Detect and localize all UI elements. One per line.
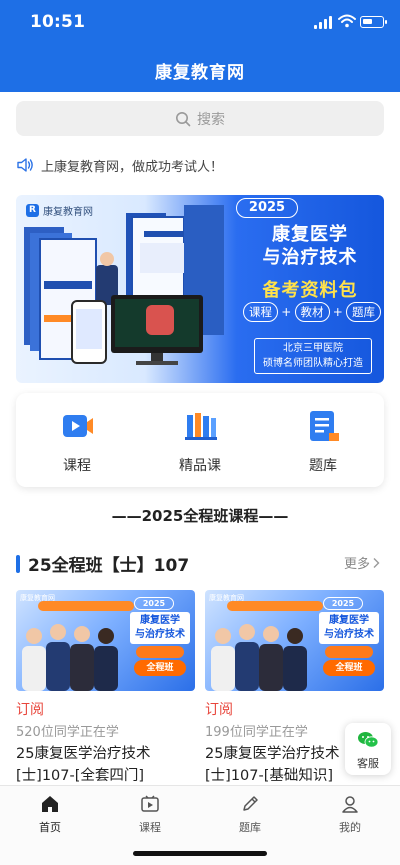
banner-year-badge: 2025 [236, 198, 298, 218]
tab-mine[interactable]: 我的 [300, 794, 400, 835]
wifi-icon [338, 14, 356, 28]
header: 10:51 康复教育网 [0, 0, 400, 92]
section-heading: ——2025全程班课程—— [111, 507, 289, 525]
cellular-signal-icon [314, 16, 332, 29]
title-accent-bar [16, 554, 20, 573]
home-indicator [133, 851, 267, 856]
thumb-chip [325, 646, 373, 658]
category-card: 课程 精品课 题库 [16, 393, 384, 487]
banner-plus: + [281, 305, 292, 319]
category-course[interactable]: 课程 [27, 393, 127, 487]
banner-plus: + [332, 305, 343, 319]
course-thumbnail: 康复教育网 2025 康复医学 与治疗技术 全程班 [205, 590, 384, 691]
subscribe-label[interactable]: 订阅 [205, 699, 384, 719]
thumb-chip [136, 646, 184, 658]
notice-text: 上康复教育网，做成功考试人！ [41, 159, 224, 175]
thumb-title: 康复医学 与治疗技术 [319, 612, 379, 644]
app-title: 康复教育网 [155, 63, 245, 83]
banner-tags: 课程 + 教材 + 题库 [243, 302, 381, 322]
course-row-title: 25全程班【士】107 [16, 551, 189, 576]
pencil-icon [243, 796, 258, 811]
course-title: 25康复医学治疗技术 [士]107-[全套四门] [16, 746, 151, 784]
category-premium-course[interactable]: 精品课 [150, 393, 250, 487]
user-icon [342, 796, 358, 813]
tab-course[interactable]: 课程 [100, 794, 200, 835]
question-bank-icon [310, 411, 339, 441]
course-thumbnail: 康复教育网 2025 康复医学 与治疗技术 全程班 [16, 590, 195, 691]
banner-tag: 题库 [346, 302, 381, 322]
teachers-photo [211, 624, 307, 691]
battery-icon [360, 16, 387, 28]
thumb-title: 康复医学 与治疗技术 [130, 612, 190, 644]
tab-question-bank[interactable]: 题库 [200, 794, 300, 835]
books-icon [185, 413, 217, 440]
status-time: 10:51 [30, 12, 86, 32]
thumb-year: 2025 [134, 597, 174, 610]
subscribe-label[interactable]: 订阅 [16, 699, 195, 719]
status-bar: 10:51 [0, 0, 400, 48]
more-link[interactable]: 更多 [344, 553, 380, 572]
banner-books-illustration [24, 205, 224, 365]
course-play-icon [141, 795, 159, 812]
banner-tag: 课程 [243, 302, 278, 322]
video-course-icon [63, 415, 93, 437]
thumb-year: 2025 [323, 597, 363, 610]
banner-info-box: 北京三甲医院 硕博名师团队精心打造 [254, 338, 372, 374]
thumb-button: 全程班 [323, 660, 375, 676]
category-question-bank[interactable]: 题库 [273, 393, 373, 487]
teachers-photo [22, 624, 118, 691]
thumb-ribbon [38, 601, 134, 611]
course-card[interactable]: 康复教育网 2025 康复医学 与治疗技术 全程班 订阅 520位同学正在学 2… [16, 590, 195, 787]
chevron-right-icon [373, 557, 380, 568]
search-bar[interactable]: 搜索 [16, 101, 384, 136]
speaker-icon [17, 158, 33, 172]
tab-home[interactable]: 首页 [0, 794, 100, 835]
app-screen: 10:51 康复教育网 搜索 上康复教育网，做成功考试人！ R 康复教育网 20… [0, 0, 400, 865]
banner-tag: 教材 [294, 302, 330, 322]
home-icon [42, 796, 58, 812]
search-icon [176, 111, 191, 126]
thumb-button: 全程班 [134, 660, 186, 676]
service-label: 客服 [357, 757, 379, 770]
notice-bar[interactable]: 上康复教育网，做成功考试人！ [17, 154, 223, 176]
customer-service-button[interactable]: 客服 [345, 723, 391, 775]
learner-count: 520位同学正在学 [16, 725, 119, 740]
search-placeholder: 搜索 [197, 111, 225, 128]
wechat-icon [358, 732, 379, 748]
banner-title: 康复医学 与治疗技术 [262, 224, 358, 268]
banner-subtitle: 备考资料包 [262, 280, 358, 301]
thumb-ribbon [227, 601, 323, 611]
